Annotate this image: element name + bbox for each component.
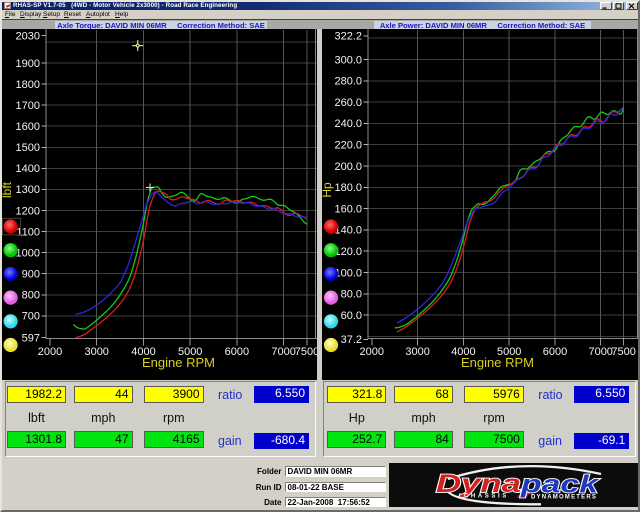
svg-text:Engine RPM: Engine RPM bbox=[142, 355, 215, 370]
svg-text:3000: 3000 bbox=[405, 346, 429, 358]
svg-text:200.0: 200.0 bbox=[334, 160, 362, 172]
svg-text:800: 800 bbox=[22, 289, 40, 301]
svg-text:322.2: 322.2 bbox=[334, 30, 362, 42]
svg-text:700: 700 bbox=[22, 310, 40, 322]
svg-text:7000: 7000 bbox=[588, 346, 612, 358]
svg-text:7500: 7500 bbox=[611, 346, 635, 358]
svg-text:300.0: 300.0 bbox=[334, 54, 362, 66]
svg-text:CHASSIS: CHASSIS bbox=[464, 494, 509, 500]
svg-text:2000: 2000 bbox=[38, 346, 62, 358]
svg-text:7500: 7500 bbox=[295, 346, 317, 358]
svg-text:240.0: 240.0 bbox=[334, 118, 362, 130]
svg-text:6000: 6000 bbox=[225, 346, 249, 358]
svg-text:60.0: 60.0 bbox=[340, 309, 361, 321]
svg-text:6000: 6000 bbox=[542, 346, 566, 358]
svg-text:120.0: 120.0 bbox=[334, 246, 362, 258]
svg-text:DYNAMOMETERS: DYNAMOMETERS bbox=[531, 495, 597, 501]
svg-text:180.0: 180.0 bbox=[334, 182, 362, 194]
svg-text:1300: 1300 bbox=[16, 184, 40, 196]
svg-text:3000: 3000 bbox=[84, 346, 108, 358]
svg-text:1200: 1200 bbox=[16, 205, 40, 217]
svg-text:Engine RPM: Engine RPM bbox=[461, 355, 534, 370]
svg-text:1700: 1700 bbox=[16, 99, 40, 111]
svg-text:7000: 7000 bbox=[271, 346, 295, 358]
svg-text:900: 900 bbox=[22, 268, 40, 280]
svg-text:lbft: lbft bbox=[2, 181, 14, 198]
svg-text:1400: 1400 bbox=[16, 163, 40, 175]
svg-text:220.0: 220.0 bbox=[334, 139, 362, 151]
svg-text:140.0: 140.0 bbox=[334, 224, 362, 236]
svg-text:160.0: 160.0 bbox=[334, 203, 362, 215]
svg-text:1100: 1100 bbox=[16, 226, 40, 238]
svg-text:2030: 2030 bbox=[16, 30, 40, 42]
svg-text:2000: 2000 bbox=[359, 346, 383, 358]
svg-text:1000: 1000 bbox=[16, 247, 40, 259]
svg-text:80.0: 80.0 bbox=[340, 288, 361, 300]
svg-text:260.0: 260.0 bbox=[334, 96, 362, 108]
svg-text:1900: 1900 bbox=[16, 57, 40, 69]
svg-text:597: 597 bbox=[22, 332, 40, 344]
svg-text:1500: 1500 bbox=[16, 142, 40, 154]
svg-text:100.0: 100.0 bbox=[334, 267, 362, 279]
svg-text:37.2: 37.2 bbox=[340, 334, 361, 346]
svg-text:1600: 1600 bbox=[16, 121, 40, 133]
svg-text:Hp: Hp bbox=[322, 182, 334, 198]
svg-text:280.0: 280.0 bbox=[334, 75, 362, 87]
svg-text:1800: 1800 bbox=[16, 78, 40, 90]
